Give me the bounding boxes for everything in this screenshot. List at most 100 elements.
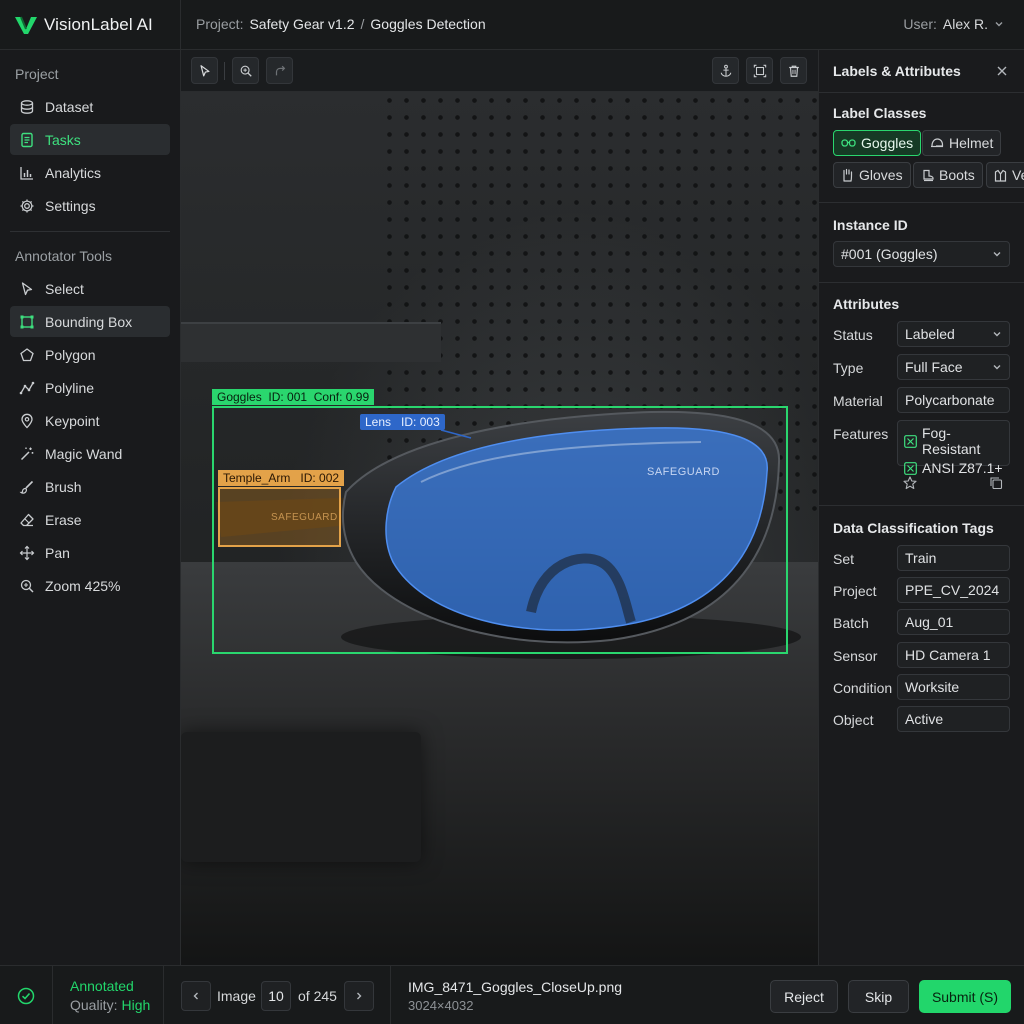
tool-zoom[interactable]: Zoom 425% bbox=[10, 570, 170, 601]
gear-icon bbox=[18, 197, 36, 215]
tag-batch-field[interactable]: Aug_01 bbox=[897, 609, 1010, 635]
tag-value: PPE_CV_2024 bbox=[905, 582, 1000, 598]
zoom-in-button[interactable] bbox=[232, 57, 259, 84]
tag-label: Project bbox=[833, 583, 877, 599]
next-image-button[interactable] bbox=[344, 981, 374, 1011]
class-chip-vest[interactable]: Ve bbox=[986, 162, 1024, 188]
image-index-input[interactable]: 10 bbox=[261, 981, 291, 1011]
tag-label: Batch bbox=[833, 615, 869, 631]
tag-condition-field[interactable]: Worksite bbox=[897, 674, 1010, 700]
chevron-left-icon bbox=[191, 991, 201, 1001]
tool-polyline[interactable]: Polyline bbox=[10, 372, 170, 403]
top-bar: VisionLabel AI Project: Safety Gear v1.2… bbox=[0, 0, 1024, 50]
delete-button[interactable] bbox=[780, 57, 807, 84]
annotation-canvas[interactable]: SAFEGUARD SAFEGUARD Goggles ID: 001 Conf… bbox=[181, 92, 818, 958]
tasks-icon bbox=[18, 131, 36, 149]
fit-box-button[interactable] bbox=[746, 57, 773, 84]
class-label: Helmet bbox=[949, 135, 994, 151]
tool-select[interactable]: Select bbox=[10, 273, 170, 304]
keypoint-icon bbox=[18, 412, 36, 430]
tool-magic-wand[interactable]: Magic Wand bbox=[10, 438, 170, 469]
pan-icon bbox=[18, 544, 36, 562]
tag-set-field[interactable]: Train bbox=[897, 545, 1010, 571]
class-chip-helmet[interactable]: Helmet bbox=[922, 130, 1002, 156]
tool-keypoint[interactable]: Keypoint bbox=[10, 405, 170, 436]
breadcrumb-task[interactable]: Goggles Detection bbox=[370, 16, 485, 32]
copy-button[interactable] bbox=[989, 476, 1003, 490]
sidebar-item-label: Analytics bbox=[45, 164, 102, 181]
bbox-temple-arm-tag[interactable]: Temple_Arm ID: 002 bbox=[218, 470, 345, 486]
feature-label: ANSI Z87.1+ bbox=[922, 460, 1003, 476]
select-tool-button[interactable] bbox=[191, 57, 218, 84]
class-chip-gloves[interactable]: Gloves bbox=[833, 162, 911, 188]
tool-brush[interactable]: Brush bbox=[10, 471, 170, 502]
sidebar-item-settings[interactable]: Settings bbox=[10, 190, 170, 221]
class-chip-goggles[interactable]: Goggles bbox=[833, 130, 922, 156]
helmet-icon bbox=[930, 137, 944, 149]
quality-label: Quality: bbox=[70, 997, 118, 1013]
tool-polygon[interactable]: Polygon bbox=[10, 339, 170, 370]
anchor-button[interactable] bbox=[712, 57, 739, 84]
vest-icon bbox=[994, 169, 1007, 182]
bottom-bar: Annotated Quality: High Image 10 of 245 … bbox=[0, 965, 1024, 1024]
class-label: Goggles bbox=[861, 135, 914, 151]
tag-sensor-field[interactable]: HD Camera 1 bbox=[897, 642, 1010, 668]
status-select[interactable]: Labeled bbox=[897, 321, 1010, 347]
logo-icon bbox=[14, 15, 38, 35]
material-field[interactable]: Polycarbonate bbox=[897, 387, 1010, 413]
bbox-temple-arm[interactable] bbox=[218, 487, 341, 547]
favorite-button[interactable] bbox=[903, 476, 917, 490]
tag-object-field[interactable]: Active bbox=[897, 706, 1010, 732]
tool-erase[interactable]: Erase bbox=[10, 504, 170, 535]
bbox-icon bbox=[18, 313, 36, 331]
label-classes-title: Label Classes bbox=[833, 105, 927, 121]
tags-title: Data Classification Tags bbox=[833, 520, 994, 536]
labels-attributes-panel: Labels & Attributes Label Classes Goggle… bbox=[818, 50, 1024, 965]
cursor-icon bbox=[198, 64, 212, 78]
chevron-down-icon bbox=[992, 249, 1002, 259]
material-label: Material bbox=[833, 393, 883, 409]
tool-bounding-box[interactable]: Bounding Box bbox=[10, 306, 170, 337]
redo-button[interactable] bbox=[266, 57, 293, 84]
tool-label: Polygon bbox=[45, 346, 96, 363]
skip-button[interactable]: Skip bbox=[848, 980, 909, 1013]
tag-label: Object bbox=[833, 712, 874, 728]
magic-wand-icon bbox=[18, 445, 36, 463]
sidebar-item-dataset[interactable]: Dataset bbox=[10, 91, 170, 122]
user-menu[interactable]: User: Alex R. bbox=[903, 16, 1004, 32]
annotation-label: Lens bbox=[365, 415, 392, 429]
panel-divider bbox=[819, 505, 1024, 506]
bbox-goggles-tag[interactable]: Goggles ID: 001 Conf: 0.99 bbox=[212, 389, 375, 405]
zoom-icon bbox=[18, 577, 36, 595]
user-label: User: bbox=[903, 16, 937, 32]
fit-box-icon bbox=[753, 64, 767, 78]
breadcrumb-project[interactable]: Safety Gear v1.2 bbox=[249, 16, 354, 32]
class-label: Boots bbox=[939, 167, 975, 183]
type-value: Full Face bbox=[905, 359, 963, 375]
annotation-confidence: Conf: 0.99 bbox=[313, 390, 370, 404]
reject-button[interactable]: Reject bbox=[770, 980, 838, 1013]
feature-item[interactable]: ANSI Z87.1+ bbox=[904, 460, 1003, 476]
sidebar-item-tasks[interactable]: Tasks bbox=[10, 124, 170, 155]
breadcrumb-prefix: Project: bbox=[196, 16, 244, 32]
class-chip-boots[interactable]: Boots bbox=[913, 162, 983, 188]
previous-image-button[interactable] bbox=[181, 981, 211, 1011]
instance-id-select[interactable]: #001 (Goggles) bbox=[833, 241, 1010, 267]
tag-label: Sensor bbox=[833, 648, 878, 664]
sidebar-item-analytics[interactable]: Analytics bbox=[10, 157, 170, 188]
type-select[interactable]: Full Face bbox=[897, 354, 1010, 380]
polyline-icon bbox=[18, 379, 36, 397]
polygon-icon bbox=[18, 346, 36, 364]
mask-lens-tag[interactable]: Lens ID: 003 bbox=[360, 414, 445, 430]
tag-project-field[interactable]: PPE_CV_2024 bbox=[897, 577, 1010, 603]
feature-item[interactable]: Fog-Resistant bbox=[904, 425, 1003, 457]
tag-value: Active bbox=[905, 711, 944, 727]
submit-button[interactable]: Submit (S) bbox=[919, 980, 1011, 1013]
brand[interactable]: VisionLabel AI bbox=[0, 0, 181, 50]
attributes-title: Attributes bbox=[833, 296, 900, 312]
close-panel-button[interactable] bbox=[995, 64, 1009, 78]
trash-icon bbox=[787, 64, 801, 78]
tool-pan[interactable]: Pan bbox=[10, 537, 170, 568]
tag-label: Set bbox=[833, 551, 855, 567]
tool-label: Brush bbox=[45, 478, 82, 495]
